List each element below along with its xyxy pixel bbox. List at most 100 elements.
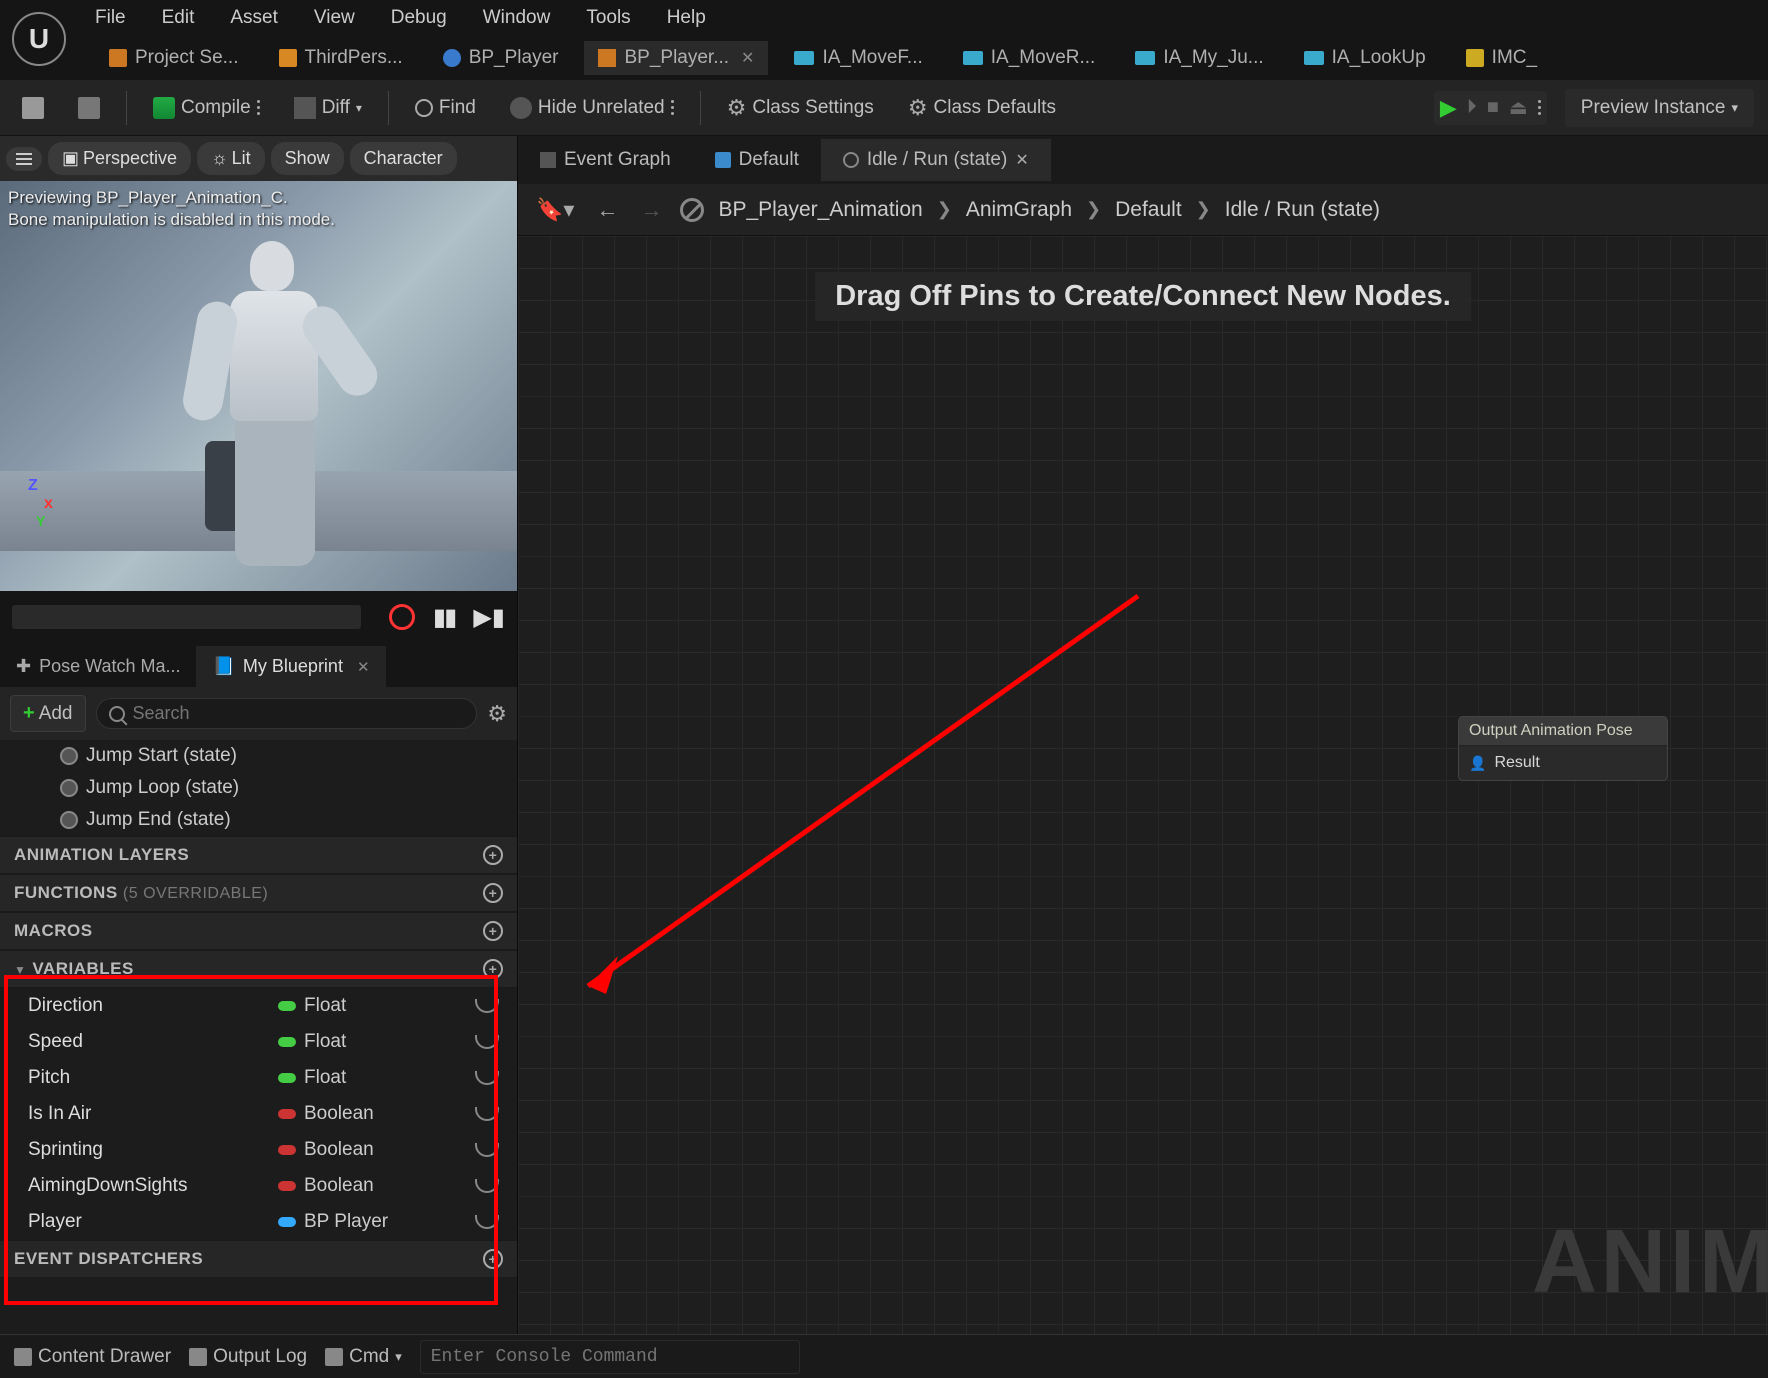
- save-button[interactable]: [14, 91, 52, 125]
- search-input[interactable]: [133, 703, 465, 724]
- menu-view[interactable]: View: [314, 7, 355, 29]
- play-button[interactable]: ▶: [1440, 95, 1457, 121]
- hide-unrelated-button[interactable]: Hide Unrelated: [502, 91, 682, 125]
- preview-instance-button[interactable]: Preview Instance▾: [1565, 89, 1754, 127]
- options-icon[interactable]: [671, 100, 674, 115]
- tab-default-graph[interactable]: Default: [693, 139, 821, 181]
- options-icon[interactable]: [257, 100, 260, 115]
- section-animation-layers[interactable]: ANIMATION LAYERS+: [0, 836, 517, 874]
- menu-asset[interactable]: Asset: [230, 7, 278, 29]
- output-log-button[interactable]: Output Log: [189, 1346, 307, 1368]
- compile-button[interactable]: Compile: [145, 91, 268, 125]
- character-button[interactable]: Character: [350, 142, 457, 175]
- perspective-button[interactable]: ▣ Perspective: [48, 142, 191, 175]
- tab-idle-run-state[interactable]: Idle / Run (state)✕: [821, 139, 1051, 181]
- terminal-icon: [325, 1348, 343, 1366]
- forward-button[interactable]: →: [636, 193, 666, 227]
- class-defaults-button[interactable]: Class Defaults: [900, 89, 1064, 127]
- eye-closed-icon[interactable]: [475, 1179, 499, 1193]
- class-settings-button[interactable]: Class Settings: [719, 89, 882, 127]
- lit-button[interactable]: ☼ Lit: [197, 142, 265, 175]
- menu-debug[interactable]: Debug: [391, 7, 447, 29]
- browse-button[interactable]: [70, 91, 108, 125]
- section-event-dispatchers[interactable]: EVENT DISPATCHERS+: [0, 1240, 517, 1278]
- breadcrumb-default[interactable]: Default: [1115, 198, 1182, 222]
- menu-window[interactable]: Window: [483, 7, 551, 29]
- menu-edit[interactable]: Edit: [162, 7, 195, 29]
- tab-ia-lookup[interactable]: IA_LookUp: [1290, 41, 1440, 75]
- variable-row[interactable]: SpeedFloat: [0, 1024, 517, 1060]
- variable-row[interactable]: DirectionFloat: [0, 988, 517, 1024]
- stop-button[interactable]: ■: [1487, 96, 1499, 119]
- section-functions[interactable]: FUNCTIONS (5 OVERRIDABLE)+: [0, 874, 517, 912]
- search-box[interactable]: [96, 698, 478, 729]
- add-icon[interactable]: +: [483, 959, 503, 979]
- eject-button[interactable]: ⏏: [1509, 95, 1528, 120]
- eye-closed-icon[interactable]: [475, 1143, 499, 1157]
- console-input[interactable]: [420, 1340, 800, 1374]
- tab-pose-watch[interactable]: ✚ Pose Watch Ma...: [0, 646, 196, 687]
- eye-closed-icon[interactable]: [475, 1215, 499, 1229]
- variable-row[interactable]: AimingDownSightsBoolean: [0, 1168, 517, 1204]
- eye-closed-icon[interactable]: [475, 999, 499, 1013]
- eye-closed-icon[interactable]: [475, 1071, 499, 1085]
- state-item[interactable]: Jump End (state): [0, 804, 517, 836]
- close-icon[interactable]: ✕: [357, 658, 370, 676]
- eye-closed-icon[interactable]: [475, 1035, 499, 1049]
- tab-ia-myjump[interactable]: IA_My_Ju...: [1121, 41, 1277, 75]
- add-icon[interactable]: +: [483, 883, 503, 903]
- breadcrumb-root[interactable]: BP_Player_Animation: [718, 198, 922, 222]
- tab-ia-mover[interactable]: IA_MoveR...: [949, 41, 1110, 75]
- settings-button[interactable]: [487, 701, 507, 727]
- node-pin-result[interactable]: 👤Result: [1459, 746, 1667, 780]
- diff-button[interactable]: Diff▾: [286, 91, 370, 125]
- breadcrumb-animgraph[interactable]: AnimGraph: [966, 198, 1072, 222]
- pause-button[interactable]: ▮▮: [433, 603, 455, 632]
- state-item[interactable]: Jump Start (state): [0, 740, 517, 772]
- add-icon[interactable]: +: [483, 921, 503, 941]
- play-options-icon[interactable]: [1538, 100, 1541, 115]
- tab-thirdperson[interactable]: ThirdPers...: [265, 41, 417, 75]
- graph-canvas[interactable]: Drag Off Pins to Create/Connect New Node…: [518, 236, 1768, 1334]
- save-icon: [22, 97, 44, 119]
- back-button[interactable]: ←: [592, 193, 622, 227]
- tab-ia-movef[interactable]: IA_MoveF...: [780, 41, 936, 75]
- variable-row[interactable]: PlayerBP Player: [0, 1204, 517, 1240]
- tab-project-settings[interactable]: Project Se...: [95, 41, 253, 75]
- section-macros[interactable]: MACROS+: [0, 912, 517, 950]
- variable-row[interactable]: SprintingBoolean: [0, 1132, 517, 1168]
- tab-my-blueprint[interactable]: 📘 My Blueprint✕: [196, 646, 385, 687]
- add-icon[interactable]: +: [483, 1249, 503, 1269]
- menu-tools[interactable]: Tools: [586, 7, 630, 29]
- tab-event-graph[interactable]: Event Graph: [518, 139, 693, 181]
- variable-row[interactable]: Is In AirBoolean: [0, 1096, 517, 1132]
- frame-advance-button[interactable]: ⏵: [1467, 96, 1477, 119]
- content-drawer-button[interactable]: Content Drawer: [14, 1346, 171, 1368]
- tab-imc[interactable]: IMC_: [1452, 41, 1551, 75]
- tab-bp-player[interactable]: BP_Player: [429, 41, 573, 75]
- breadcrumb-idle-run[interactable]: Idle / Run (state): [1225, 198, 1380, 222]
- add-button[interactable]: +Add: [10, 695, 86, 732]
- eye-closed-icon[interactable]: [475, 1107, 499, 1121]
- menu-file[interactable]: File: [95, 7, 126, 29]
- viewport-3d[interactable]: Previewing BP_Player_Animation_C. Bone m…: [0, 181, 517, 591]
- unreal-logo[interactable]: U: [12, 12, 66, 66]
- cmd-button[interactable]: Cmd ▾: [325, 1346, 402, 1368]
- close-icon[interactable]: ✕: [741, 48, 754, 68]
- timeline-scrubber[interactable]: [12, 605, 361, 629]
- viewport-menu-button[interactable]: [6, 147, 42, 171]
- show-button[interactable]: Show: [271, 142, 344, 175]
- section-variables[interactable]: ▼VARIABLES+: [0, 950, 517, 988]
- tab-bp-player-animation[interactable]: BP_Player...✕: [584, 41, 768, 75]
- find-button[interactable]: Find: [407, 91, 484, 125]
- record-button[interactable]: [389, 604, 415, 630]
- bookmark-button[interactable]: 🔖▾: [532, 193, 578, 227]
- state-item[interactable]: Jump Loop (state): [0, 772, 517, 804]
- type-pill-icon: [278, 1109, 296, 1119]
- step-button[interactable]: ▶▮: [473, 603, 505, 632]
- menu-help[interactable]: Help: [667, 7, 706, 29]
- variable-row[interactable]: PitchFloat: [0, 1060, 517, 1096]
- add-icon[interactable]: +: [483, 845, 503, 865]
- close-icon[interactable]: ✕: [1015, 150, 1028, 170]
- output-animation-pose-node[interactable]: Output Animation Pose 👤Result: [1458, 716, 1668, 781]
